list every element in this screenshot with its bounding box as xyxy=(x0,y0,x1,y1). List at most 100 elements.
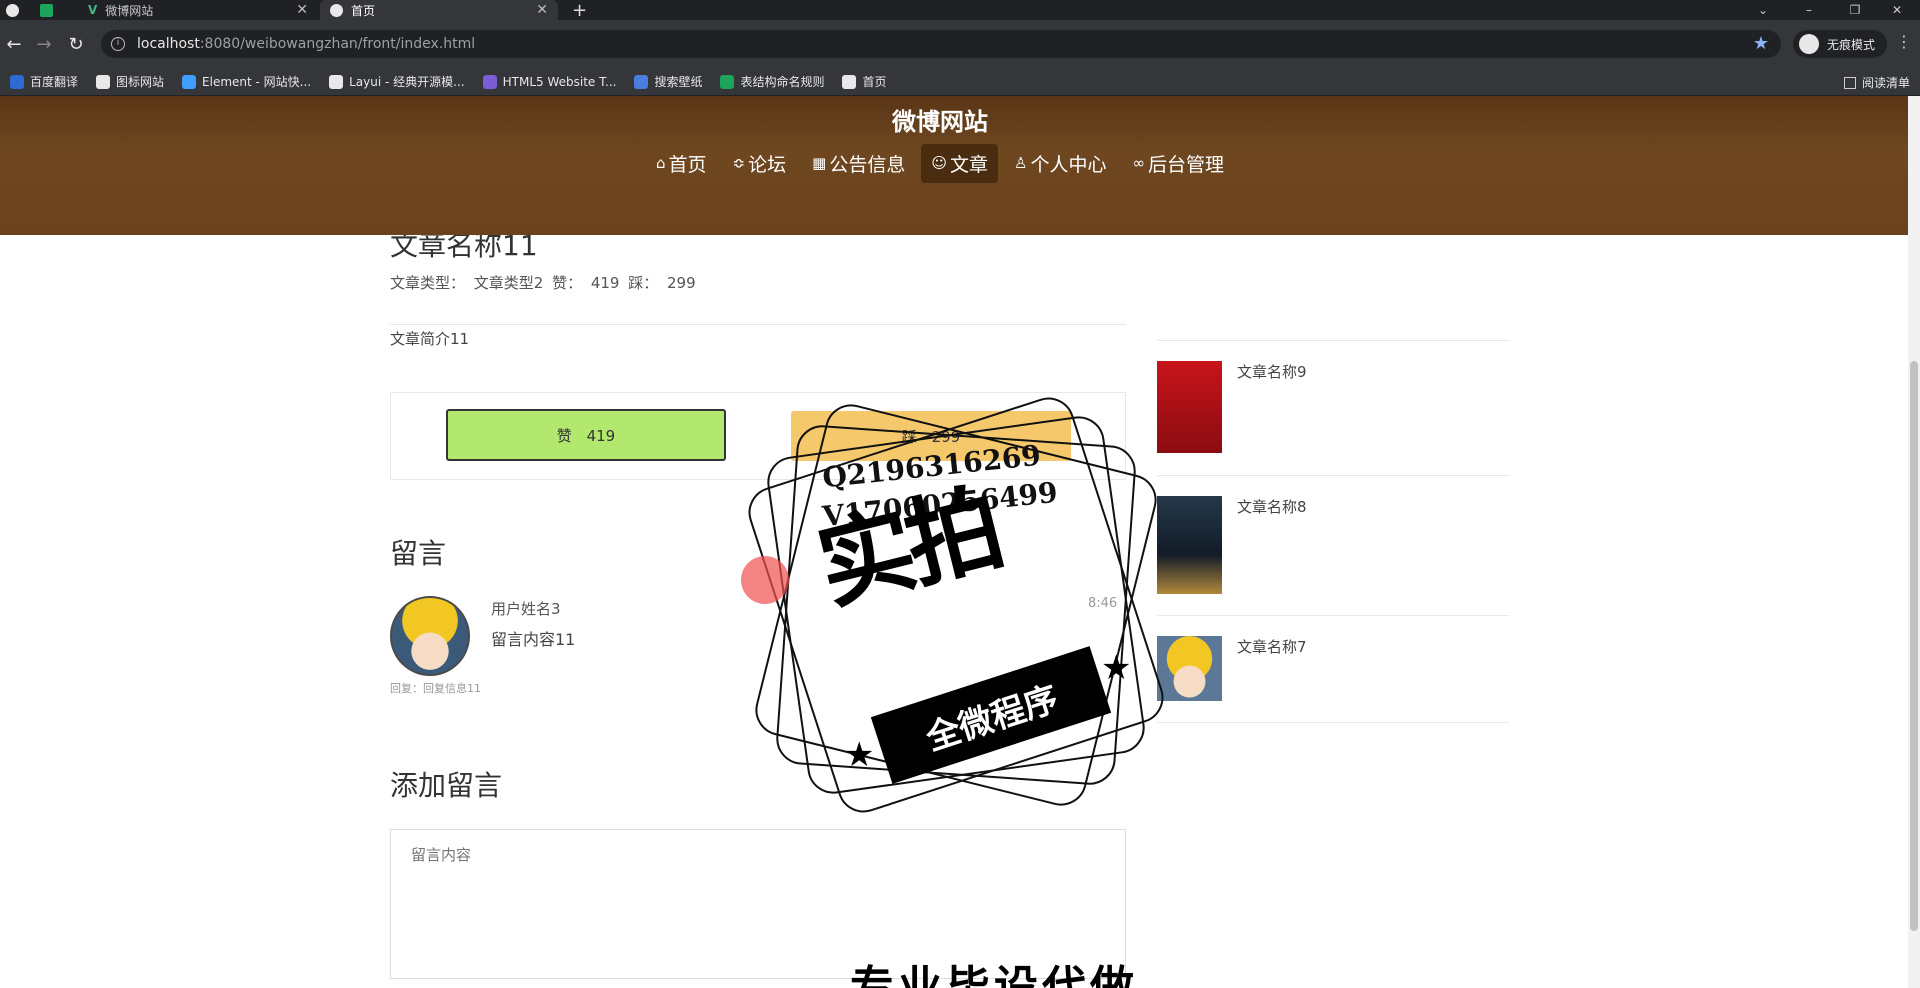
browser-tab-home[interactable]: 首页 ✕ xyxy=(320,0,558,20)
bookmark-item[interactable]: 百度翻译 xyxy=(10,73,78,90)
bookmark-icon xyxy=(634,74,649,89)
list-item[interactable]: 文章名称9 xyxy=(1157,340,1509,475)
nav-item-2[interactable]: ▦ 公告信息 xyxy=(802,144,915,183)
list-item[interactable]: 文章名称8 xyxy=(1157,475,1509,615)
nav-item-3[interactable]: ☺ 文章 xyxy=(921,143,998,183)
globe-icon xyxy=(330,3,343,17)
article-thumbnail xyxy=(1157,636,1222,701)
bookmark-item[interactable]: HTML5 Website T... xyxy=(482,74,617,89)
back-button[interactable]: ← xyxy=(2,32,26,56)
scrollbar-thumb[interactable] xyxy=(1910,361,1918,931)
site-title: 微博网站 xyxy=(892,108,988,136)
tab-label: 首页 xyxy=(351,3,376,18)
star-icon: ★ xyxy=(1101,648,1132,688)
bookmark-item[interactable]: Layui - 经典开源模... xyxy=(329,73,465,90)
tab-search-icon[interactable]: ⌄ xyxy=(1740,0,1786,20)
incognito-icon xyxy=(1799,34,1819,54)
forward-button[interactable]: → xyxy=(32,32,56,56)
globe-icon xyxy=(6,3,19,17)
watermark-line-2: V17060256499 xyxy=(820,475,1060,534)
dislike-button[interactable]: 踩 299 xyxy=(791,411,1071,461)
nav-label: 公告信息 xyxy=(829,153,906,176)
nav-item-0[interactable]: ⌂ 首页 xyxy=(646,144,717,183)
article-thumbnail xyxy=(1157,361,1222,453)
article-name: 文章名称9 xyxy=(1237,363,1307,381)
nav-label: 文章 xyxy=(949,153,988,176)
browser-tab-weibo[interactable]: V 微博网站 ✕ xyxy=(88,0,318,20)
list-item[interactable]: 文章名称7 xyxy=(1157,615,1509,723)
url-text: localhost:8080/weibowangzhan/front/index… xyxy=(137,36,476,52)
restore-button[interactable]: ❐ xyxy=(1832,0,1878,20)
add-comment-heading: 添加留言 xyxy=(390,769,503,802)
url-input[interactable]: i localhost:8080/weibowangzhan/front/ind… xyxy=(101,30,1781,58)
nav-icon: ♙ xyxy=(1014,154,1028,172)
bookmark-star-icon[interactable]: ★ xyxy=(1753,33,1769,54)
reading-list-icon xyxy=(1843,76,1856,89)
bookmark-label: 表结构命名规则 xyxy=(740,75,825,89)
article-name: 文章名称8 xyxy=(1237,498,1307,516)
divider xyxy=(390,324,1126,325)
nav-item-5[interactable]: ∞ 后台管理 xyxy=(1122,144,1234,183)
nav-label: 论坛 xyxy=(748,153,787,176)
bottom-caption: 专业毕设代做 xyxy=(850,963,1138,988)
bookmark-icon xyxy=(329,74,344,89)
page-scrollbar[interactable] xyxy=(1908,96,1920,988)
comment-user: 用户姓名3 xyxy=(491,600,561,618)
bookmark-item[interactable]: Element - 网站快... xyxy=(182,73,311,90)
vote-panel: 赞 419 踩 299 xyxy=(390,392,1126,480)
address-bar-row: ← → ↻ i localhost:8080/weibowangzhan/fro… xyxy=(0,20,1920,68)
nav-icon: ∞ xyxy=(1132,154,1145,172)
nav-label: 后台管理 xyxy=(1147,153,1224,176)
comments-heading: 留言 xyxy=(390,537,447,570)
nav-label: 个人中心 xyxy=(1030,153,1107,176)
watermark-banner: 全微程序 xyxy=(870,646,1112,784)
tab-label: 微博网站 xyxy=(105,3,154,18)
info-icon[interactable]: i xyxy=(111,37,125,51)
nav-item-4[interactable]: ♙ 个人中心 xyxy=(1004,144,1116,183)
close-window-button[interactable]: ✕ xyxy=(1874,0,1920,20)
article-name: 文章名称7 xyxy=(1237,638,1307,656)
star-icon: ★ xyxy=(844,735,875,775)
bookmark-item[interactable]: 首页 xyxy=(842,73,887,90)
bookmark-label: Layui - 经典开源模... xyxy=(349,75,465,89)
watermark-big-text: 实拍 xyxy=(807,471,1009,625)
cursor-indicator xyxy=(741,556,789,604)
bookmark-icon xyxy=(720,74,735,89)
close-tab-icon[interactable]: ✕ xyxy=(536,2,548,18)
new-tab-button[interactable]: + xyxy=(572,0,592,21)
minimize-button[interactable]: – xyxy=(1786,0,1832,20)
nav-icon: ⌂ xyxy=(656,154,666,172)
article-meta: 文章类型： 文章类型2 赞： 419 踩： 299 xyxy=(390,274,696,292)
comment-input[interactable] xyxy=(390,829,1126,979)
browser-tab-pinned-2[interactable] xyxy=(40,0,62,20)
nav-item-1[interactable]: ≎ 论坛 xyxy=(723,144,797,183)
bookmark-label: HTML5 Website T... xyxy=(502,74,617,89)
browser-tab-pinned-1[interactable] xyxy=(6,0,28,20)
close-tab-icon[interactable]: ✕ xyxy=(296,2,308,18)
bookmark-icon xyxy=(842,74,857,89)
menu-icon[interactable]: ⋮ xyxy=(1896,32,1912,51)
comment-time: 8:46 xyxy=(1088,596,1118,611)
site-header: 微博网站 ⌂ 首页 ≎ 论坛 ▦ 公告信息 ☺ 文章 ♙ 个人中心 ∞ 后台管理 xyxy=(0,96,1908,235)
nav-icon: ☺ xyxy=(931,154,947,172)
site-nav: ⌂ 首页 ≎ 论坛 ▦ 公告信息 ☺ 文章 ♙ 个人中心 ∞ 后台管理 xyxy=(0,140,1880,186)
sheet-icon xyxy=(40,3,53,17)
avatar xyxy=(390,596,470,676)
bookmark-icon xyxy=(182,74,197,89)
bookmark-item[interactable]: 表结构命名规则 xyxy=(720,73,824,90)
bookmark-item[interactable]: 搜索壁纸 xyxy=(634,73,702,90)
comment-reply: 回复：回复信息11 xyxy=(390,682,481,695)
incognito-badge[interactable]: 无痕模式 xyxy=(1793,30,1888,58)
bookmark-icon xyxy=(96,74,111,89)
bookmark-label: Element - 网站快... xyxy=(202,75,312,89)
browser-tab-bar: V 微博网站 ✕ 首页 ✕ + ⌄ – ❐ ✕ xyxy=(0,0,1920,21)
like-button[interactable]: 赞 419 xyxy=(446,409,726,461)
bookmarks-bar: 百度翻译 图标网站 Element - 网站快... Layui - 经典开源模...… xyxy=(0,68,1920,96)
bookmark-item[interactable]: 图标网站 xyxy=(96,73,164,90)
reading-list-button[interactable]: 阅读清单 xyxy=(1843,74,1910,91)
reload-button[interactable]: ↻ xyxy=(64,32,88,56)
bookmark-label: 图标网站 xyxy=(116,75,165,89)
article-thumbnail xyxy=(1157,496,1222,594)
nav-label: 首页 xyxy=(668,153,707,176)
bookmark-label: 首页 xyxy=(862,75,887,89)
